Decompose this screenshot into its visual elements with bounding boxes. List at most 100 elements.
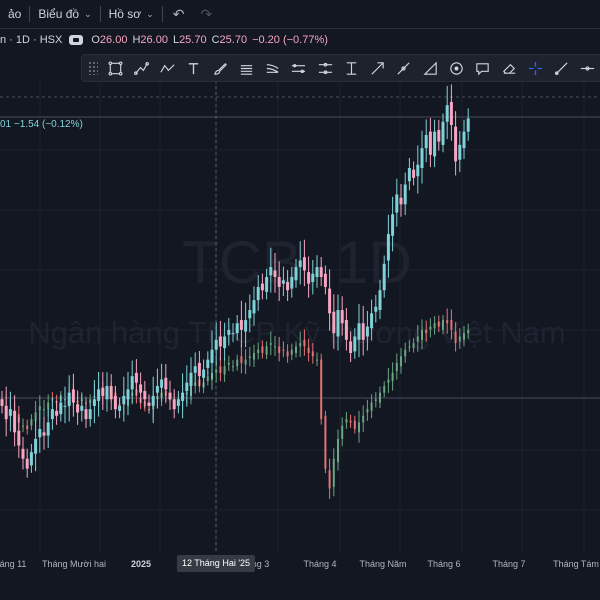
compare-candle-body [442, 319, 444, 330]
compare-candle-body [30, 419, 33, 426]
line-segment-icon[interactable] [391, 57, 417, 79]
drawing-toolbar [81, 54, 600, 82]
x-tick-label: Tháng 7 [492, 559, 526, 569]
regression-channel-icon[interactable] [260, 57, 286, 79]
candle-body [29, 452, 33, 466]
candle-body [172, 399, 176, 410]
compare-candle-body [223, 366, 226, 375]
flat-channel-icon[interactable] [286, 57, 312, 79]
compare-candle-body [416, 336, 419, 342]
x-tick-label: Tháng 4 [303, 559, 337, 569]
compare-candle-body [307, 348, 310, 354]
drag-handle-icon[interactable] [88, 61, 98, 75]
candle-body [13, 410, 17, 433]
candle-body [286, 281, 290, 291]
candle-body [454, 126, 458, 162]
long-position-icon[interactable] [338, 57, 364, 79]
circle-icon[interactable] [443, 57, 469, 79]
compare-candle-body [282, 349, 285, 351]
candle-body [307, 272, 311, 284]
visibility-toggle-icon[interactable] [69, 35, 84, 45]
compare-candle-body [454, 331, 457, 344]
candle-body [441, 121, 445, 145]
polyline-icon[interactable] [154, 57, 180, 79]
compare-candle-body [391, 372, 394, 382]
compare-candle-body [341, 425, 344, 439]
symbol-label[interactable]: n · 1D · HSX [0, 34, 62, 46]
compare-candle-body [374, 399, 377, 401]
candle-body [365, 326, 369, 337]
candle-body [176, 399, 180, 406]
compare-candle-body [345, 419, 348, 423]
candle-body [353, 336, 357, 352]
compare-candle-body [311, 351, 314, 357]
path-icon[interactable] [128, 57, 154, 79]
candle-body [269, 267, 273, 276]
candle-body [244, 319, 248, 332]
candle-body [277, 277, 281, 287]
candle-body [155, 386, 159, 393]
compare-candle-body [332, 458, 335, 487]
candle-body [210, 349, 214, 363]
candle-body [281, 280, 285, 284]
candle-body [164, 377, 168, 390]
horizontal-ray-icon[interactable] [575, 57, 600, 79]
profile-menu-button[interactable]: Hồ sơ ⌄ [101, 0, 162, 28]
profile-menu-label: Hồ sơ [108, 7, 142, 21]
compare-candle-body [320, 359, 323, 420]
compare-candle-body [215, 369, 218, 373]
compare-candle-body [433, 323, 436, 329]
compare-candle-body [425, 329, 428, 334]
text-icon[interactable] [181, 57, 207, 79]
note-icon[interactable] [470, 57, 496, 79]
eraser-icon[interactable] [496, 57, 522, 79]
candle-body [357, 323, 361, 340]
compare-candle-body [387, 379, 390, 383]
compare-candle-body [463, 333, 465, 340]
compare-candle-body [240, 356, 243, 363]
x-tick-label: Tháng Tám [553, 559, 599, 569]
candle-body [4, 405, 8, 420]
candle-body [168, 392, 172, 400]
candle-body [63, 405, 67, 407]
compare-candle-body [353, 420, 356, 430]
time-axis[interactable]: áng 11 Tháng Mười hai 2025 ằng 3 Tháng 4… [0, 552, 600, 576]
compare-candle-body [358, 422, 360, 433]
candle-body [395, 194, 399, 213]
price-chart[interactable]: TCB, 1D Ngân hàng TMCP Kỹ thương Việt Na… [0, 0, 600, 600]
compare-candle-body [395, 362, 398, 372]
compare-candle-body [458, 336, 461, 342]
menu-item-1[interactable]: ảo [0, 0, 29, 28]
compare-candle-body [253, 353, 255, 360]
candle-body [378, 290, 382, 311]
crosshair-icon[interactable] [522, 57, 548, 79]
undo-icon[interactable]: ↶ [163, 6, 195, 23]
price-range-icon[interactable] [312, 57, 338, 79]
candle-body [340, 310, 344, 324]
candle-body [76, 404, 80, 413]
candle-body [437, 129, 441, 142]
arrow-icon[interactable] [365, 57, 391, 79]
parallel-channel-icon[interactable] [233, 57, 259, 79]
brush-icon[interactable] [207, 57, 233, 79]
chart-menu-button[interactable]: Biểu đồ ⌄ [30, 0, 99, 28]
candle-body [382, 263, 386, 291]
candle-body [223, 336, 227, 349]
redo-icon[interactable]: ↷ [194, 6, 218, 23]
compare-candle-body [22, 425, 24, 427]
triangle-icon[interactable] [417, 57, 443, 79]
candle-body [59, 402, 63, 415]
ray-icon[interactable] [548, 57, 574, 79]
candle-body [252, 300, 256, 314]
rectangle-icon[interactable] [102, 57, 128, 79]
compare-candle-body [383, 386, 386, 393]
candle-body [256, 286, 260, 301]
candle-body [147, 402, 151, 406]
candle-body [118, 405, 122, 411]
compare-candle-body [299, 343, 302, 347]
high-label: H [132, 34, 141, 46]
candle-body [445, 105, 449, 122]
compare-candle-body [421, 329, 423, 340]
candle-body [67, 392, 71, 406]
x-tick-label: áng 11 [0, 559, 27, 569]
